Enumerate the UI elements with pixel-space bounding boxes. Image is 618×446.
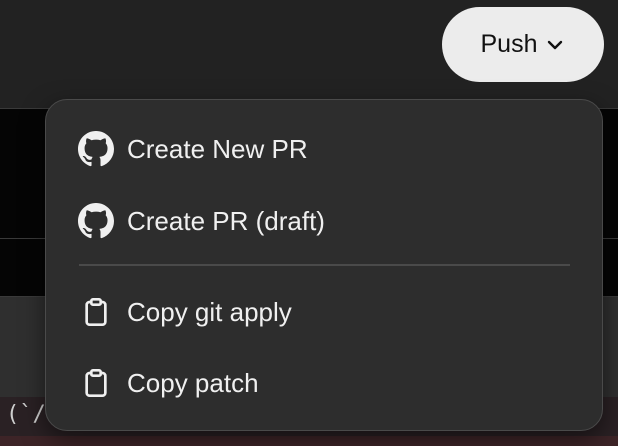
code-line-highlight xyxy=(0,436,618,446)
github-icon xyxy=(78,203,114,239)
menu-item-label: Create PR (draft) xyxy=(127,205,325,236)
clipboard-icon xyxy=(78,365,114,401)
menu-item-create-pr-draft[interactable]: Create PR (draft) xyxy=(46,191,602,251)
menu-divider xyxy=(79,264,570,266)
app-window: (`/ t Push Create New PR Create PR ( xyxy=(0,0,618,446)
menu-item-create-new-pr[interactable]: Create New PR xyxy=(46,119,602,179)
github-icon xyxy=(78,131,114,167)
clipboard-icon xyxy=(78,294,114,330)
push-button-label: Push xyxy=(480,30,538,58)
chevron-down-icon xyxy=(545,35,565,55)
menu-item-copy-patch[interactable]: Copy patch xyxy=(46,353,602,413)
menu-item-copy-git-apply[interactable]: Copy git apply xyxy=(46,282,602,342)
push-dropdown-menu: Create New PR Create PR (draft) Copy git… xyxy=(45,99,603,431)
menu-item-label: Copy git apply xyxy=(127,296,292,327)
menu-item-label: Create New PR xyxy=(127,133,308,164)
push-button[interactable]: Push xyxy=(442,7,604,82)
menu-item-label: Copy patch xyxy=(127,367,259,398)
code-text-left: (`/ xyxy=(6,402,46,427)
